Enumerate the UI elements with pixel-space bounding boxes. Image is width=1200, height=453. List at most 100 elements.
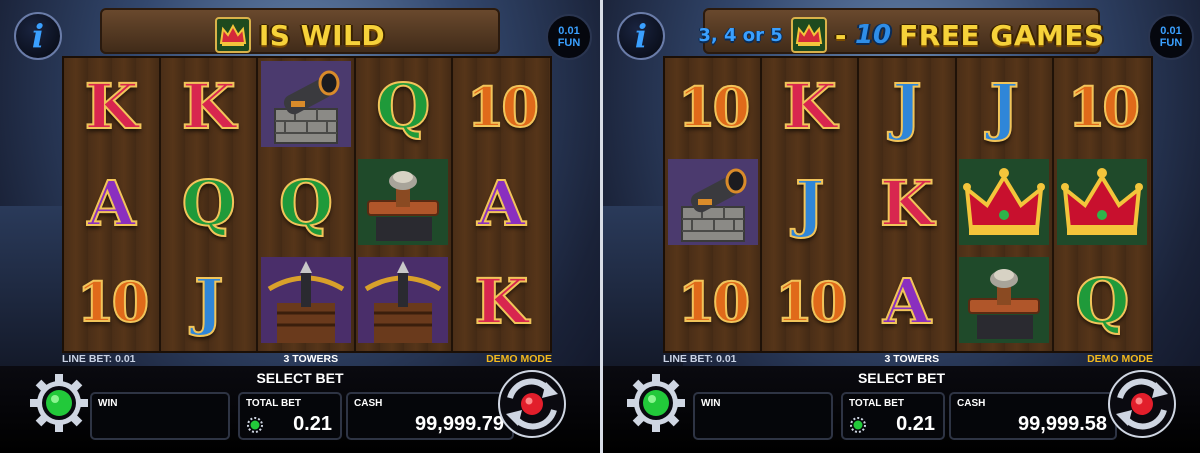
symbol-j: J — [989, 69, 1020, 143]
currency-button[interactable]: 0.01 FUN — [1148, 14, 1194, 60]
symbol-q: Q — [1074, 265, 1130, 339]
symbol-j: J — [891, 69, 922, 143]
win-box: WIN — [90, 392, 230, 440]
reel-cell — [956, 155, 1054, 254]
status-bar: LINE BET: 0.01 3 TOWERS DEMO MODE — [62, 352, 552, 366]
reel-cell: A — [859, 253, 957, 351]
reel-grid: K K Q 10 A Q Q A 10 J K — [62, 56, 552, 353]
fun-amount: 0.01 — [1160, 25, 1182, 37]
cash-box: CASH 99,999.58 — [949, 392, 1117, 440]
crown-wild-icon — [214, 17, 251, 53]
reel-cell — [355, 253, 453, 351]
reel-cell: 10 — [452, 58, 550, 156]
fun-amount: 0.01 — [558, 25, 580, 37]
catapult-icon — [959, 256, 1050, 348]
symbol-q: Q — [375, 69, 431, 143]
reel-cell: J — [956, 58, 1054, 156]
reel-cell: Q — [1053, 253, 1151, 351]
reel-cell: 10 — [665, 253, 763, 351]
towers-text: 3 TOWERS — [884, 353, 940, 365]
line-bet-text: LINE BET: 0.01 — [663, 353, 737, 365]
reel-cell: K — [64, 58, 162, 156]
demo-mode-text: DEMO MODE — [1087, 353, 1153, 365]
bet-gear-icon[interactable] — [246, 416, 264, 434]
info-icon: i — [31, 17, 45, 55]
win-label: WIN — [98, 398, 118, 409]
reel-grid: 10 K J J 10 J K 10 10 A Q — [663, 56, 1153, 353]
game-panel-left: IS WILD i 0.01 FUN K K Q 10 A Q Q A 10 J K LINE BE… — [0, 0, 600, 453]
symbol-q: Q — [278, 167, 334, 241]
reel-cell: K — [762, 58, 860, 156]
symbol-10: 10 — [677, 74, 751, 139]
symbol-10: 10 — [76, 270, 150, 335]
cash-label: CASH — [354, 398, 383, 409]
reel-cell: J — [161, 253, 259, 351]
reel-cell: 10 — [665, 58, 763, 156]
reel-cell: Q — [258, 155, 356, 254]
cannon-icon — [667, 158, 758, 250]
symbol-k: K — [84, 69, 140, 143]
reel-cell: J — [762, 155, 860, 254]
currency-button[interactable]: 0.01 FUN — [546, 14, 592, 60]
crossbow-icon — [358, 256, 449, 348]
symbol-k: K — [879, 167, 935, 241]
crown-icon — [959, 158, 1050, 250]
bet-gear-icon[interactable] — [849, 416, 867, 434]
total-bet-box[interactable]: TOTAL BET 0.21 — [238, 392, 342, 440]
info-button[interactable]: i — [617, 12, 665, 60]
symbol-k: K — [473, 265, 529, 339]
reel-cell — [1053, 155, 1151, 254]
reel-cell: A — [64, 155, 162, 254]
banner-free-count: 10 — [854, 20, 892, 50]
reel-cell: 10 — [64, 253, 162, 351]
symbol-10: 10 — [466, 74, 540, 139]
fun-label: FUN — [1159, 37, 1183, 49]
banner-dash: - — [834, 18, 847, 52]
settings-gear-icon[interactable] — [625, 372, 687, 434]
symbol-j: J — [193, 265, 224, 339]
demo-mode-text: DEMO MODE — [486, 353, 552, 365]
reel-cell: K — [859, 155, 957, 254]
total-bet-value: 0.21 — [293, 413, 332, 435]
banner-wild-text: IS WILD — [258, 18, 386, 52]
banner-content: 3, 4 or 5 - 10 FREE GAMES — [603, 12, 1200, 58]
cash-value: 99,999.58 — [1018, 413, 1107, 435]
fun-label: FUN — [557, 37, 581, 49]
reel-cell: A — [452, 155, 550, 254]
reel-cell: K — [452, 253, 550, 351]
total-bet-label: TOTAL BET — [849, 398, 904, 409]
spin-button-icon[interactable] — [496, 368, 568, 440]
symbol-10: 10 — [1067, 74, 1141, 139]
symbol-k: K — [181, 69, 237, 143]
symbol-10: 10 — [677, 270, 751, 335]
total-bet-value: 0.21 — [896, 413, 935, 435]
win-box: WIN — [693, 392, 833, 440]
symbol-a: A — [476, 167, 526, 241]
reel-cell — [258, 253, 356, 351]
cannon-icon — [260, 61, 351, 152]
symbol-k: K — [782, 69, 838, 143]
info-button[interactable]: i — [14, 12, 62, 60]
line-bet-text: LINE BET: 0.01 — [62, 353, 136, 365]
towers-text: 3 TOWERS — [283, 353, 339, 365]
banner-content: IS WILD — [0, 12, 600, 58]
game-panel-right: 3, 4 or 5 - 10 FREE GAMES i 0.01 FUN 10 K… — [603, 0, 1200, 453]
cash-box: CASH 99,999.79 — [346, 392, 514, 440]
cash-value: 99,999.79 — [415, 413, 504, 435]
crossbow-icon — [260, 256, 351, 348]
reel-cell: 10 — [1053, 58, 1151, 156]
reel-cell — [956, 253, 1054, 351]
status-bar: LINE BET: 0.01 3 TOWERS DEMO MODE — [663, 352, 1153, 366]
symbol-j: J — [794, 167, 825, 241]
catapult-icon — [358, 158, 449, 250]
total-bet-box[interactable]: TOTAL BET 0.21 — [841, 392, 945, 440]
reel-cell — [258, 58, 356, 156]
settings-gear-icon[interactable] — [28, 372, 90, 434]
symbol-q: Q — [181, 167, 237, 241]
reel-cell: Q — [161, 155, 259, 254]
banner-scatter-count: 3, 4 or 5 — [698, 24, 783, 46]
symbol-a: A — [882, 265, 932, 339]
banner-free-games-text: FREE GAMES — [899, 18, 1105, 52]
reel-cell: Q — [355, 58, 453, 156]
spin-button-icon[interactable] — [1106, 368, 1178, 440]
